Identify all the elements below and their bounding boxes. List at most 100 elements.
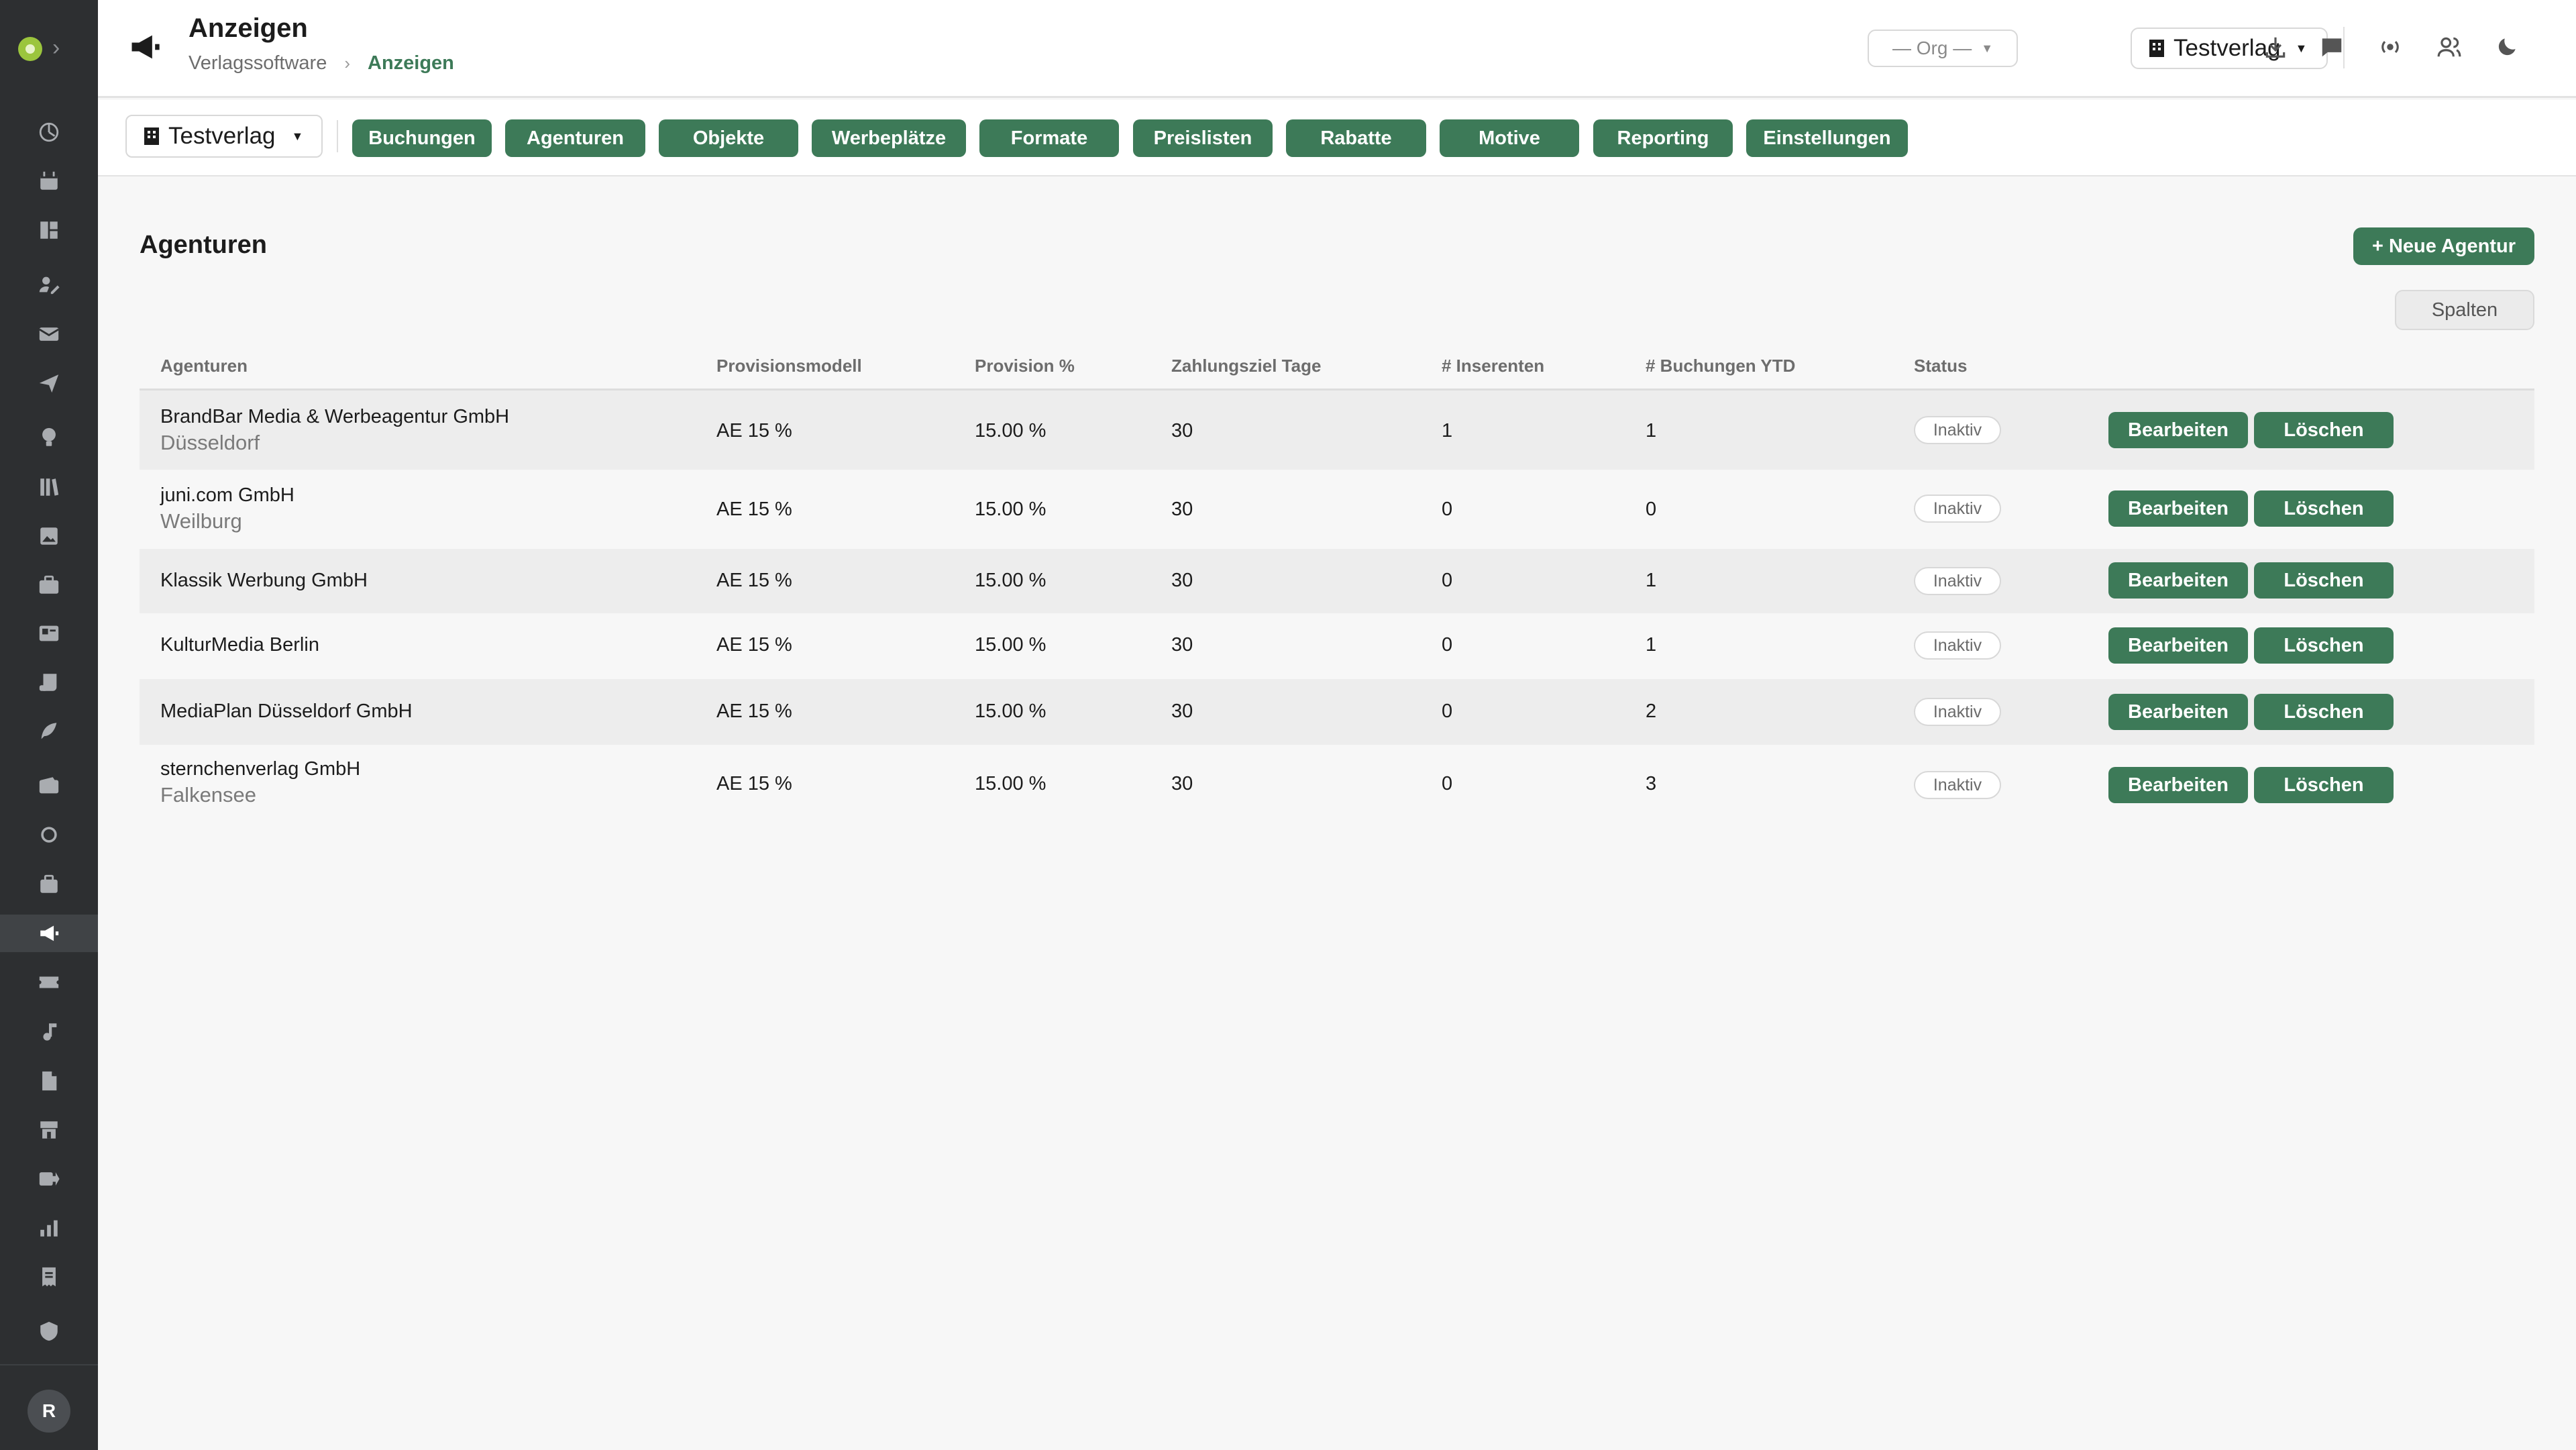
tab-preislisten[interactable]: Preislisten xyxy=(1133,119,1273,157)
image-icon[interactable] xyxy=(34,521,64,551)
commission-model: AE 15 % xyxy=(716,420,792,442)
bookings-ytd: 0 xyxy=(1646,499,1657,520)
column-header-buchungen-ytd[interactable]: # Buchungen YTD xyxy=(1646,356,1795,376)
table-row[interactable]: MediaPlan Düsseldorf GmbH AE 15 % 15.00 … xyxy=(140,679,2534,745)
tab-motive[interactable]: Motive xyxy=(1440,119,1579,157)
commission-model: AE 15 % xyxy=(716,570,792,591)
brand-logo[interactable] xyxy=(18,37,42,61)
id-card-icon[interactable] xyxy=(34,619,64,648)
tab-formate[interactable]: Formate xyxy=(979,119,1119,157)
dashboard-icon[interactable] xyxy=(34,117,64,147)
column-header-status[interactable]: Status xyxy=(1914,356,1967,376)
delete-button[interactable]: Löschen xyxy=(2254,767,2394,803)
document-icon[interactable] xyxy=(34,1066,64,1096)
music-icon[interactable] xyxy=(34,1017,64,1047)
verlag-select[interactable]: Testverlag ▼ xyxy=(2131,28,2328,69)
agency-name-cell: sternchenverlag GmbH Falkensee xyxy=(160,758,360,807)
table-row[interactable]: KulturMedia Berlin AE 15 % 15.00 % 30 0 … xyxy=(140,613,2534,679)
agency-name-cell: Klassik Werbung GmbH xyxy=(160,570,368,592)
columns-button[interactable]: Spalten xyxy=(2395,290,2534,330)
column-header-provisionsmodell[interactable]: Provisionsmodell xyxy=(716,356,862,376)
agency-city: Düsseldorf xyxy=(160,431,260,454)
ticket-icon[interactable] xyxy=(34,968,64,997)
mail-icon[interactable] xyxy=(34,319,64,349)
commission-percent: 15.00 % xyxy=(975,420,1046,442)
org-select-value: — Org — xyxy=(1892,38,1972,58)
verlag-filter-select[interactable]: Testverlag ▼ xyxy=(125,115,323,158)
moon-icon[interactable] xyxy=(2491,31,2523,63)
feather-icon[interactable] xyxy=(34,717,64,746)
library-icon[interactable] xyxy=(34,472,64,502)
payment-term: 30 xyxy=(1171,773,1193,794)
delete-button[interactable]: Löschen xyxy=(2254,562,2394,599)
shield-icon[interactable] xyxy=(34,1316,64,1346)
bulb-icon[interactable] xyxy=(34,423,64,452)
section-title: Agenturen xyxy=(140,231,267,259)
table-header: Agenturen Provisionsmodell Provision % Z… xyxy=(140,341,2534,391)
tab-rabatte[interactable]: Rabatte xyxy=(1286,119,1426,157)
breadcrumb-item[interactable]: Verlagssoftware xyxy=(189,52,327,74)
delete-button[interactable]: Löschen xyxy=(2254,490,2394,527)
delete-button[interactable]: Löschen xyxy=(2254,694,2394,730)
sidebar-expand-icon[interactable]: › xyxy=(52,35,60,61)
wallet-icon[interactable] xyxy=(34,771,64,800)
table-row[interactable]: Klassik Werbung GmbH AE 15 % 15.00 % 30 … xyxy=(140,549,2534,613)
page-header-title: Anzeigen xyxy=(189,13,308,43)
column-header-agenturen[interactable]: Agenturen xyxy=(160,356,248,376)
bar-chart-icon[interactable] xyxy=(34,1213,64,1243)
broadcast-icon[interactable] xyxy=(2374,31,2406,63)
receipt-icon[interactable] xyxy=(34,1262,64,1292)
tab-objekte[interactable]: Objekte xyxy=(659,119,798,157)
bookings-ytd: 1 xyxy=(1646,634,1657,656)
table-row[interactable]: sternchenverlag GmbH Falkensee AE 15 % 1… xyxy=(140,745,2534,825)
bookings-ytd: 2 xyxy=(1646,701,1657,722)
tab-agenturen[interactable]: Agenturen xyxy=(505,119,645,157)
users-icon[interactable] xyxy=(2433,31,2465,63)
column-header-zahlungsziel[interactable]: Zahlungsziel Tage xyxy=(1171,356,1321,376)
new-agency-button[interactable]: + Neue Agentur xyxy=(2353,227,2534,265)
circle-icon[interactable] xyxy=(34,820,64,849)
table-row[interactable]: BrandBar Media & Werbeagentur GmbH Düsse… xyxy=(140,391,2534,470)
table-row[interactable]: juni.com GmbH Weilburg AE 15 % 15.00 % 3… xyxy=(140,470,2534,549)
tab-werbeplaetze[interactable]: Werbeplätze xyxy=(812,119,966,157)
edit-user-icon[interactable] xyxy=(34,270,64,299)
megaphone-icon[interactable] xyxy=(34,919,64,948)
edit-button[interactable]: Bearbeiten xyxy=(2108,412,2248,448)
column-header-provision[interactable]: Provision % xyxy=(975,356,1075,376)
scroll-icon[interactable] xyxy=(34,668,64,697)
agency-name: Klassik Werbung GmbH xyxy=(160,570,368,591)
caret-down-icon: ▼ xyxy=(2295,41,2308,55)
tab-buchungen[interactable]: Buchungen xyxy=(352,119,492,157)
sidebar-divider xyxy=(0,1364,98,1365)
calendar-icon[interactable] xyxy=(34,166,64,196)
delete-button[interactable]: Löschen xyxy=(2254,627,2394,664)
payment-term: 30 xyxy=(1171,570,1193,591)
verlag-filter-value: Testverlag xyxy=(168,123,276,149)
briefcase-icon[interactable] xyxy=(34,570,64,600)
advertiser-count: 0 xyxy=(1442,701,1453,722)
tab-einstellungen[interactable]: Einstellungen xyxy=(1746,119,1908,157)
agency-name-cell: KulturMedia Berlin xyxy=(160,634,319,656)
column-header-inserenten[interactable]: # Inserenten xyxy=(1442,356,1544,376)
chat-icon[interactable] xyxy=(2316,31,2348,63)
agency-name: juni.com GmbH xyxy=(160,484,294,506)
tab-reporting[interactable]: Reporting xyxy=(1593,119,1733,157)
user-avatar[interactable]: R xyxy=(28,1390,70,1433)
caret-down-icon: ▼ xyxy=(291,129,304,143)
edit-button[interactable]: Bearbeiten xyxy=(2108,627,2248,664)
layout-icon[interactable] xyxy=(34,215,64,245)
bag-icon[interactable] xyxy=(34,870,64,899)
edit-button[interactable]: Bearbeiten xyxy=(2108,562,2248,599)
delete-button[interactable]: Löschen xyxy=(2254,412,2394,448)
edit-button[interactable]: Bearbeiten xyxy=(2108,490,2248,527)
forward-icon[interactable] xyxy=(34,1164,64,1194)
send-icon[interactable] xyxy=(34,368,64,398)
edit-button[interactable]: Bearbeiten xyxy=(2108,694,2248,730)
download-icon[interactable] xyxy=(2259,31,2292,63)
commission-percent: 15.00 % xyxy=(975,773,1046,794)
agency-name-cell: BrandBar Media & Werbeagentur GmbH Düsse… xyxy=(160,406,509,455)
agency-name: sternchenverlag GmbH xyxy=(160,758,361,780)
edit-button[interactable]: Bearbeiten xyxy=(2108,767,2248,803)
store-icon[interactable] xyxy=(34,1115,64,1145)
org-select[interactable]: — Org — ▼ xyxy=(1868,30,2018,67)
